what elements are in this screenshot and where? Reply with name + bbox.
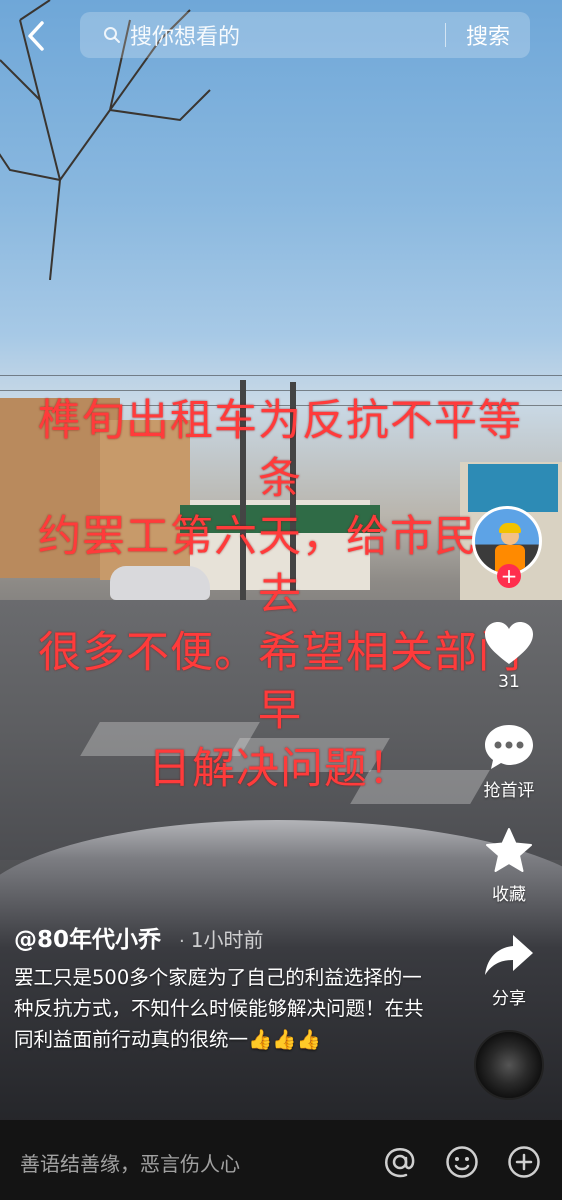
overlay-caption-line: 很多不便。希望相关部门早: [38, 628, 522, 736]
author-name[interactable]: @80年代小乔: [14, 920, 161, 954]
emoji-button[interactable]: [444, 1144, 480, 1180]
add-media-button[interactable]: [506, 1144, 542, 1180]
overlay-caption-line: 约罢工第六天，给市民带去: [38, 512, 522, 620]
video-overlay-caption: 榫旬出租车为反抗不平等条 约罢工第六天，给市民带去 很多不便。希望相关部门早 日…: [20, 392, 540, 798]
comment-bar: 善语结善缘，恶言伤人心: [0, 1120, 562, 1200]
heart-icon: [468, 618, 550, 668]
search-bar[interactable]: 搜你想看的 搜索: [80, 12, 530, 58]
post-description[interactable]: 罢工只是500多个家庭为了自己的利益选择的一种反抗方式，不知什么时候能够解决问题…: [14, 962, 424, 1055]
favorite-label: 收藏: [492, 885, 526, 905]
comment-icon: [468, 722, 550, 772]
back-arrow-icon: [28, 21, 44, 51]
emoji-icon: [446, 1146, 478, 1178]
share-label: 分享: [492, 989, 526, 1009]
meta-separator: ·: [179, 931, 185, 952]
follow-button[interactable]: +: [497, 564, 521, 588]
share-button[interactable]: 分享: [468, 930, 550, 1009]
at-icon: [385, 1148, 415, 1178]
back-button[interactable]: [18, 16, 54, 56]
search-icon: [102, 25, 122, 45]
post-time: 1小时前: [190, 928, 264, 952]
post-meta: @80年代小乔 · 1小时前: [14, 920, 263, 954]
star-icon: [468, 826, 550, 876]
plus-icon: [508, 1146, 540, 1178]
search-input[interactable]: 搜你想看的: [130, 19, 445, 51]
mention-button[interactable]: [382, 1144, 418, 1180]
music-disc[interactable]: [474, 1030, 544, 1100]
comment-input[interactable]: 善语结善缘，恶言伤人心: [20, 1148, 240, 1177]
search-button[interactable]: 搜索: [446, 19, 530, 51]
share-icon: [468, 930, 550, 980]
overlay-caption-line: 日解决问题！: [148, 744, 412, 794]
like-button[interactable]: 31: [468, 618, 550, 692]
overlay-caption-line: 榫旬出租车为反抗不平等条: [38, 396, 522, 504]
like-count: 31: [498, 672, 520, 692]
comment-label: 抢首评: [483, 781, 535, 801]
favorite-button[interactable]: 收藏: [468, 826, 550, 905]
comment-button[interactable]: 抢首评: [468, 722, 550, 801]
